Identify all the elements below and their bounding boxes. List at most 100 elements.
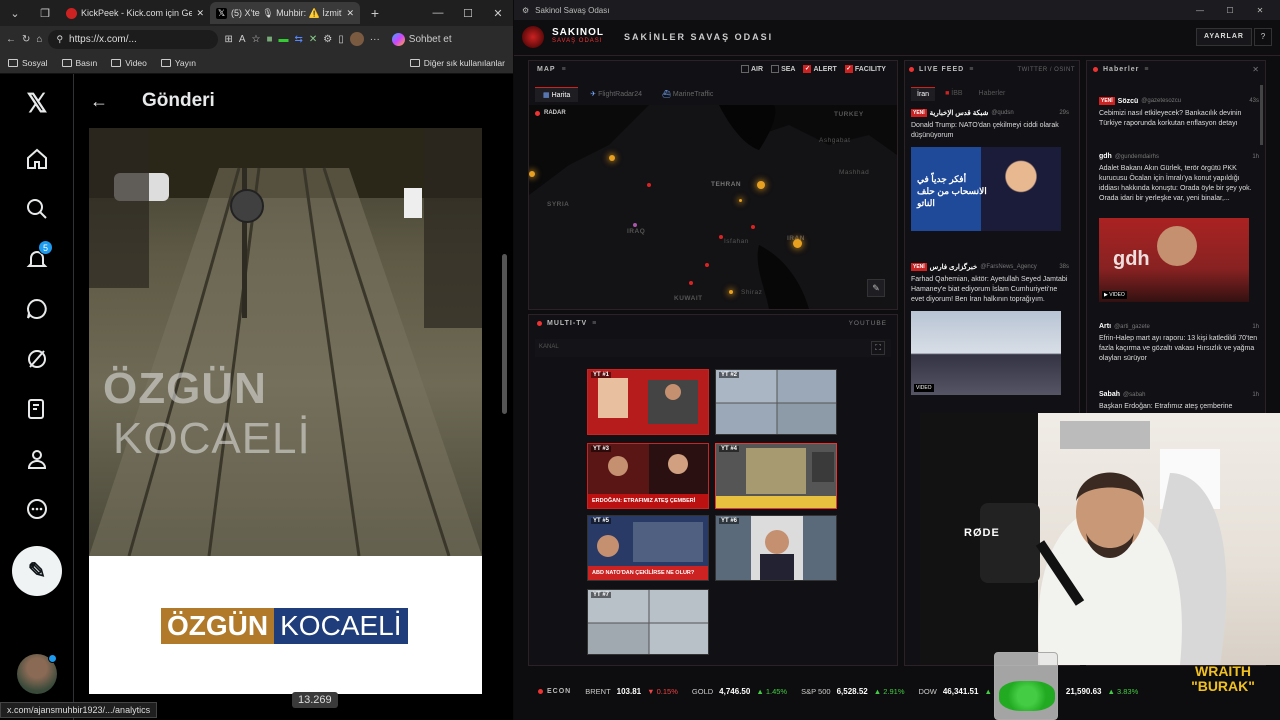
map-menu-icon[interactable]: ≡	[562, 66, 566, 73]
checkbox-sea[interactable]	[771, 65, 780, 73]
alert-marker[interactable]	[757, 181, 765, 189]
more-menu-icon[interactable]: ···	[370, 34, 380, 45]
tab-ibb[interactable]: ■ İBB	[939, 87, 968, 101]
profile-avatar[interactable]	[349, 32, 364, 46]
read-aloud-icon[interactable]: A	[239, 34, 246, 45]
workspaces-icon[interactable]: ❐	[30, 7, 60, 20]
scrollbar[interactable]	[502, 254, 507, 414]
site-info-icon[interactable]: ⚲	[56, 34, 63, 45]
news-scrollbar[interactable]	[1260, 85, 1263, 145]
feed-item[interactable]: YENİ شبكة قدس الإخبارية @qudsn 29s Donal…	[911, 109, 1069, 231]
back-arrow-icon[interactable]: ←	[90, 91, 108, 112]
new-tab-icon[interactable]: +	[360, 5, 390, 21]
account-avatar[interactable]	[17, 654, 57, 694]
tab-close-icon[interactable]: ✕	[196, 8, 204, 19]
tv-channel-1[interactable]: YT #1	[587, 369, 709, 435]
tv-channel-5[interactable]: YT #5 ABD NATO'DAN ÇEKİLİRSE NE OLUR?	[587, 515, 709, 581]
settings-button[interactable]: AYARLAR	[1196, 28, 1252, 46]
multitv-menu-icon[interactable]: ≡	[592, 320, 596, 327]
alert-marker[interactable]	[729, 290, 733, 294]
facility-marker[interactable]	[689, 281, 693, 285]
notifications-nav-icon[interactable]: 5	[22, 240, 53, 274]
drafts-nav-icon[interactable]	[22, 394, 52, 424]
radar-map[interactable]: RADAR TURKEY Ashgabat Mashhad SYRIA TEHR…	[529, 105, 897, 309]
facility-marker[interactable]	[705, 263, 709, 267]
alert-marker[interactable]	[529, 171, 535, 177]
tab-iran[interactable]: İran	[911, 87, 936, 101]
tv-channel-4[interactable]: YT #4	[715, 443, 837, 509]
checkbox-facility[interactable]: ✓	[844, 65, 853, 73]
messages-nav-icon[interactable]	[22, 294, 52, 324]
x-logo-icon[interactable]: 𝕏	[22, 88, 52, 118]
feed-image[interactable]: VIDEO	[911, 311, 1061, 395]
search-nav-icon[interactable]	[22, 194, 52, 224]
news-item[interactable]: Sabah @sabah 1h Başkan Erdoğan: Etrafımı…	[1099, 391, 1259, 412]
app-minimize-icon[interactable]: —	[1188, 6, 1212, 15]
toggle-facility[interactable]: ✓ FACILITY	[844, 65, 886, 73]
tv-channel-6[interactable]: YT #6	[715, 515, 837, 581]
alert-marker[interactable]	[793, 239, 802, 248]
help-button[interactable]: ?	[1254, 28, 1272, 46]
tv-channel-3[interactable]: YT #3 ERDOĞAN: ETRAFIMIZ ATEŞ ÇEMBERİ	[587, 443, 709, 509]
tab-haberler[interactable]: Haberler	[973, 87, 1012, 101]
tab-marinetraffic[interactable]: ⛴ MarineTraffic	[654, 87, 721, 102]
tv-channel-2[interactable]: YT #2	[715, 369, 837, 435]
toggle-air[interactable]: AIR	[741, 65, 763, 73]
bookmark-folder-basin[interactable]: Basın	[61, 58, 97, 68]
fullscreen-button[interactable]: ⛶	[871, 341, 885, 355]
more-nav-icon[interactable]	[22, 494, 52, 524]
extension-icon[interactable]: ⇆	[295, 34, 303, 45]
home-icon[interactable]: ⌂	[36, 34, 42, 45]
copilot-sohbet-button[interactable]: Sohbet et	[391, 32, 452, 46]
refresh-icon[interactable]: ↻	[22, 34, 30, 45]
news-item[interactable]: gdh @gundemdairhs 1h Adalet Bakanı Akın …	[1099, 153, 1259, 302]
alert-marker[interactable]	[609, 155, 615, 161]
other-bookmarks-folder[interactable]: Diğer sık kullanılanlar	[409, 58, 505, 68]
home-nav-icon[interactable]	[22, 144, 52, 174]
facility-marker[interactable]	[633, 223, 637, 227]
bookmark-folder-sosyal[interactable]: Sosyal	[8, 58, 48, 68]
draw-tool-button[interactable]: ✎	[867, 279, 885, 297]
url-field[interactable]: ⚲ https://x.com/...	[48, 29, 219, 49]
news-item[interactable]: YENİ Sözcü @gazetesozcu 43s Cebimizi nas…	[1099, 97, 1259, 129]
tab-harita[interactable]: ▦ Harita	[535, 87, 579, 102]
news-item[interactable]: Artı @arti_gazete 1h Efrin-Halep mart ay…	[1099, 323, 1259, 364]
post-video[interactable]: ÖZGÜN KOCAELİ	[89, 128, 482, 556]
split-screen-icon[interactable]: ⊞	[224, 34, 232, 45]
compose-post-button[interactable]: ✎	[12, 546, 62, 596]
news-image[interactable]: gdh ▶ VIDEO	[1099, 218, 1249, 302]
maximize-icon[interactable]: ☐	[453, 7, 483, 20]
favorite-star-icon[interactable]: ☆	[252, 34, 261, 45]
toggle-sea[interactable]: SEA	[771, 65, 795, 73]
tab-close-icon[interactable]: ✕	[346, 8, 354, 19]
tab-flightradar[interactable]: ✈ FlightRadar24	[582, 87, 650, 102]
extension-icon[interactable]: ✕	[309, 34, 317, 45]
grok-nav-icon[interactable]	[22, 344, 52, 374]
tv-channel-7[interactable]: YT #7	[587, 589, 709, 655]
facility-marker[interactable]	[751, 225, 755, 229]
checkbox-air[interactable]	[741, 65, 749, 73]
extension-icon[interactable]: ■	[266, 34, 272, 45]
toggle-alert[interactable]: ✓ ALERT	[803, 65, 837, 73]
back-icon[interactable]: ←	[6, 34, 16, 45]
bookmark-folder-yayin[interactable]: Yayın	[160, 58, 196, 68]
live-feed-menu-icon[interactable]: ≡	[969, 66, 973, 73]
facility-marker[interactable]	[647, 183, 651, 187]
close-window-icon[interactable]: ✕	[483, 7, 513, 20]
sidebar-toggle-icon[interactable]: ▯	[338, 34, 344, 45]
bookmark-folder-video[interactable]: Video	[111, 58, 147, 68]
extensions-puzzle-icon[interactable]: ⚙	[323, 34, 332, 45]
checkbox-alert[interactable]: ✓	[803, 65, 812, 73]
tab-kickpeek[interactable]: KickPeek - Kick.com için Gerçek Za ✕	[60, 2, 210, 24]
minimize-icon[interactable]: —	[423, 7, 453, 19]
alert-marker[interactable]	[739, 199, 742, 202]
app-maximize-icon[interactable]: ☐	[1218, 6, 1242, 15]
news-menu-icon[interactable]: ≡	[1144, 66, 1148, 73]
tab-actions-icon[interactable]: ⌄	[0, 7, 30, 20]
feed-item[interactable]: YENİ خبرگزاری فارس @FarsNews_Agency 38s …	[911, 263, 1069, 395]
tab-x-muhbir[interactable]: 𝕏 (5) X'te 🎙 Muhbir: ⚠️ İzmit'te b ✕	[210, 2, 360, 24]
app-close-icon[interactable]: ✕	[1248, 6, 1272, 15]
feed-image[interactable]: أفكر جدياً في الانسحاب من حلف الناتو	[911, 147, 1061, 231]
facility-marker[interactable]	[719, 235, 723, 239]
news-close-icon[interactable]: ✕	[1252, 65, 1259, 74]
